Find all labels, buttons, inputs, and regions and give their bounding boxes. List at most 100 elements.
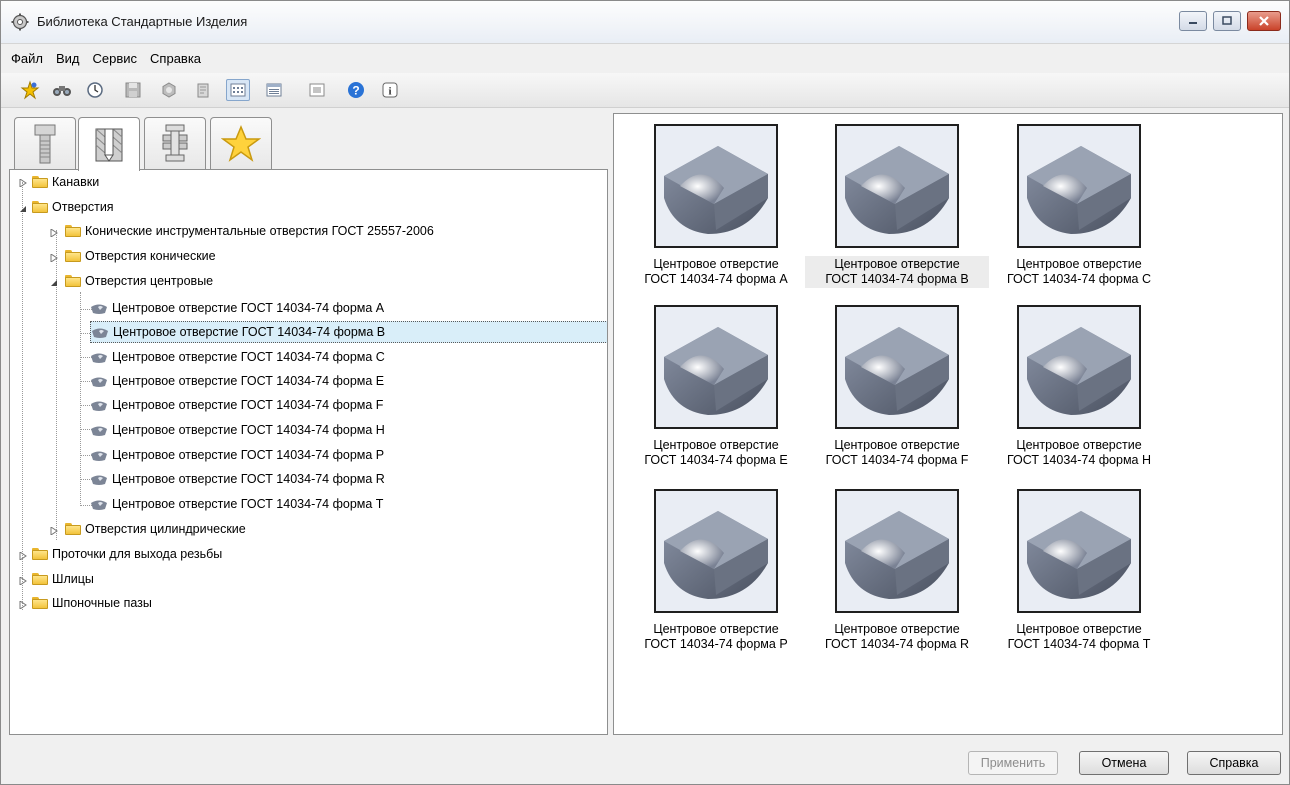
- pin-star-button[interactable]: [18, 79, 42, 101]
- thumbnail-item[interactable]: Центровое отверстие ГОСТ 14034-74 форма A: [624, 119, 794, 299]
- collapse-arrow-icon[interactable]: [50, 279, 58, 287]
- tab-favorites[interactable]: [210, 117, 272, 169]
- tab-holes[interactable]: [78, 117, 140, 171]
- menu-file[interactable]: Файл: [11, 51, 50, 66]
- thumbnail-caption: Центровое отверстие ГОСТ 14034-74 форма P: [624, 621, 808, 653]
- assembly-icon: [162, 124, 188, 161]
- view-details-button[interactable]: [305, 79, 329, 101]
- tree-node-kanavki[interactable]: Канавки: [32, 171, 99, 193]
- tree-item-forma-e[interactable]: Центровое отверстие ГОСТ 14034-74 форма …: [90, 370, 384, 392]
- apply-button[interactable]: Применить: [968, 751, 1058, 775]
- view-grid-button[interactable]: [226, 79, 250, 101]
- thumbnail-item[interactable]: Центровое отверстие ГОСТ 14034-74 форма C: [987, 119, 1157, 299]
- expand-arrow-icon[interactable]: [19, 552, 27, 560]
- cancel-button[interactable]: Отмена: [1079, 751, 1169, 775]
- menu-help[interactable]: Справка: [150, 51, 208, 66]
- tree-item-forma-p[interactable]: Центровое отверстие ГОСТ 14034-74 форма …: [90, 444, 384, 466]
- help-button[interactable]: Справка: [1187, 751, 1281, 775]
- collapse-arrow-icon[interactable]: [19, 205, 27, 213]
- thumbnail-caption-line2: ГОСТ 14034-74 форма B: [825, 272, 969, 286]
- center-hole-thumbnail-image: [835, 124, 959, 248]
- folder-icon: [32, 201, 48, 213]
- minimize-icon: [1189, 22, 1197, 24]
- info-button[interactable]: i: [378, 79, 402, 101]
- app-gear-icon: [11, 13, 29, 31]
- minimize-button[interactable]: [1179, 11, 1207, 31]
- tree-item-forma-c[interactable]: Центровое отверстие ГОСТ 14034-74 форма …: [90, 346, 385, 368]
- help-button-toolbar[interactable]: ?: [344, 79, 368, 101]
- folder-icon: [65, 523, 81, 535]
- thumbnail-caption-line1: Центровое отверстие: [653, 438, 779, 452]
- center-hole-thumbnail-image: [835, 489, 959, 613]
- expand-arrow-icon[interactable]: [50, 527, 58, 535]
- tree-node-otverstiya[interactable]: Отверстия: [32, 196, 114, 218]
- center-hole-part-icon: [91, 451, 107, 461]
- tree-node-otv-cilindr[interactable]: Отверстия цилиндрические: [65, 518, 246, 540]
- center-hole-thumbnail-image: [1017, 305, 1141, 429]
- tree-node-konich-instr[interactable]: Конические инструментальные отверстия ГО…: [65, 220, 434, 242]
- gear-nut-icon: [162, 82, 176, 98]
- bolt-icon: [34, 124, 56, 163]
- center-hole-part-icon: [91, 500, 107, 510]
- tree-node-shponochnye[interactable]: Шпоночные пазы: [32, 592, 152, 614]
- document-icon: [197, 83, 209, 98]
- tree-node-otv-konich[interactable]: Отверстия конические: [65, 245, 216, 267]
- thumbnail-caption-line1: Центровое отверстие: [653, 622, 779, 636]
- info-icon: i: [382, 82, 398, 98]
- expand-arrow-icon[interactable]: [19, 601, 27, 609]
- thumbnail-item[interactable]: Центровое отверстие ГОСТ 14034-74 форма F: [805, 300, 975, 480]
- tree-node-shlicy[interactable]: Шлицы: [32, 568, 94, 590]
- thumbnail-item[interactable]: Центровое отверстие ГОСТ 14034-74 форма T: [987, 484, 1157, 664]
- save-icon: [125, 82, 141, 98]
- nut-button[interactable]: [157, 79, 181, 101]
- center-hole-thumbnail-image: [654, 124, 778, 248]
- center-hole-part-icon: [91, 426, 107, 436]
- thumbnail-item[interactable]: Центровое отверстие ГОСТ 14034-74 форма P: [624, 484, 794, 664]
- tree-item-forma-a[interactable]: Центровое отверстие ГОСТ 14034-74 форма …: [90, 297, 384, 319]
- thumbnail-item[interactable]: Центровое отверстие ГОСТ 14034-74 форма H: [987, 300, 1157, 480]
- expand-arrow-icon[interactable]: [19, 179, 27, 187]
- expand-arrow-icon[interactable]: [50, 254, 58, 262]
- thumbnail-item[interactable]: Центровое отверстие ГОСТ 14034-74 форма E: [624, 300, 794, 480]
- menu-service[interactable]: Сервис: [93, 51, 145, 66]
- tree-item-forma-h[interactable]: Центровое отверстие ГОСТ 14034-74 форма …: [90, 419, 385, 441]
- menu-view[interactable]: Вид: [56, 51, 87, 66]
- thumbnail-caption-line2: ГОСТ 14034-74 форма C: [1006, 272, 1152, 286]
- thumbnail-caption: Центровое отверстие ГОСТ 14034-74 форма H: [987, 437, 1171, 469]
- view-list-icon: [266, 83, 282, 97]
- tab-bolts[interactable]: [14, 117, 76, 169]
- tree-view[interactable]: Канавки Отверстия Конические инструмента…: [9, 169, 608, 735]
- thumbnail-caption-line1: Центровое отверстие: [1016, 622, 1142, 636]
- close-button[interactable]: [1247, 11, 1281, 31]
- center-hole-part-icon: [91, 401, 107, 411]
- center-hole-part-icon: [91, 304, 107, 314]
- thumbnail-item[interactable]: Центровое отверстие ГОСТ 14034-74 форма B: [805, 119, 989, 299]
- view-list-button[interactable]: [262, 79, 286, 101]
- tree-item-forma-f[interactable]: Центровое отверстие ГОСТ 14034-74 форма …: [90, 394, 383, 416]
- tree-node-protochki[interactable]: Проточки для выхода резьбы: [32, 543, 222, 565]
- document-button[interactable]: [191, 79, 215, 101]
- history-button[interactable]: [83, 79, 107, 101]
- tab-assemblies[interactable]: [144, 117, 206, 169]
- center-hole-thumbnail-image: [654, 305, 778, 429]
- expand-arrow-icon[interactable]: [50, 229, 58, 237]
- favorites-star-icon: [221, 124, 261, 162]
- thumbnail-caption-line1: Центровое отверстие: [1016, 257, 1142, 271]
- thumbnail-caption: Центровое отверстие ГОСТ 14034-74 форма E: [624, 437, 808, 469]
- thumbnail-item[interactable]: Центровое отверстие ГОСТ 14034-74 форма R: [805, 484, 975, 664]
- thumbnail-caption-line1: Центровое отверстие: [834, 257, 960, 271]
- center-hole-part-icon: [91, 353, 107, 363]
- expand-arrow-icon[interactable]: [19, 577, 27, 585]
- binoculars-icon: [53, 86, 71, 96]
- center-hole-part-icon: [92, 328, 108, 338]
- tree-item-forma-b[interactable]: Центровое отверстие ГОСТ 14034-74 форма …: [90, 321, 607, 343]
- tree-item-forma-r[interactable]: Центровое отверстие ГОСТ 14034-74 форма …: [90, 468, 385, 490]
- save-button[interactable]: [121, 79, 145, 101]
- maximize-button[interactable]: [1213, 11, 1241, 31]
- thumbnail-caption-line1: Центровое отверстие: [834, 438, 960, 452]
- tree-node-otv-centr[interactable]: Отверстия центровые: [65, 270, 213, 292]
- search-button[interactable]: [50, 79, 74, 101]
- tree-item-forma-t[interactable]: Центровое отверстие ГОСТ 14034-74 форма …: [90, 493, 383, 515]
- folder-icon: [32, 573, 48, 585]
- library-window: Библиотека Стандартные Изделия Файл Вид …: [0, 0, 1290, 785]
